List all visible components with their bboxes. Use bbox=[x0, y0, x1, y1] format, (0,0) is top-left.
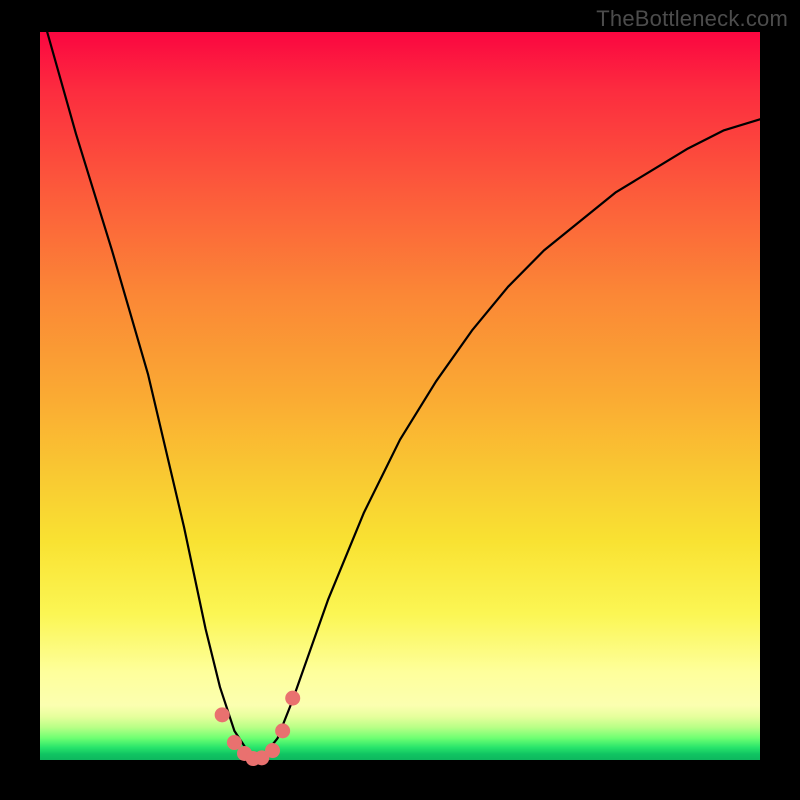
marker-dot bbox=[285, 691, 300, 706]
watermark-text: TheBottleneck.com bbox=[596, 6, 788, 32]
plot-area bbox=[40, 32, 760, 760]
bottleneck-curve bbox=[47, 32, 760, 760]
marker-group bbox=[215, 691, 301, 766]
marker-dot bbox=[275, 723, 290, 738]
chart-frame: TheBottleneck.com bbox=[0, 0, 800, 800]
curve-svg bbox=[40, 32, 760, 760]
marker-dot bbox=[215, 707, 230, 722]
marker-dot bbox=[265, 743, 280, 758]
